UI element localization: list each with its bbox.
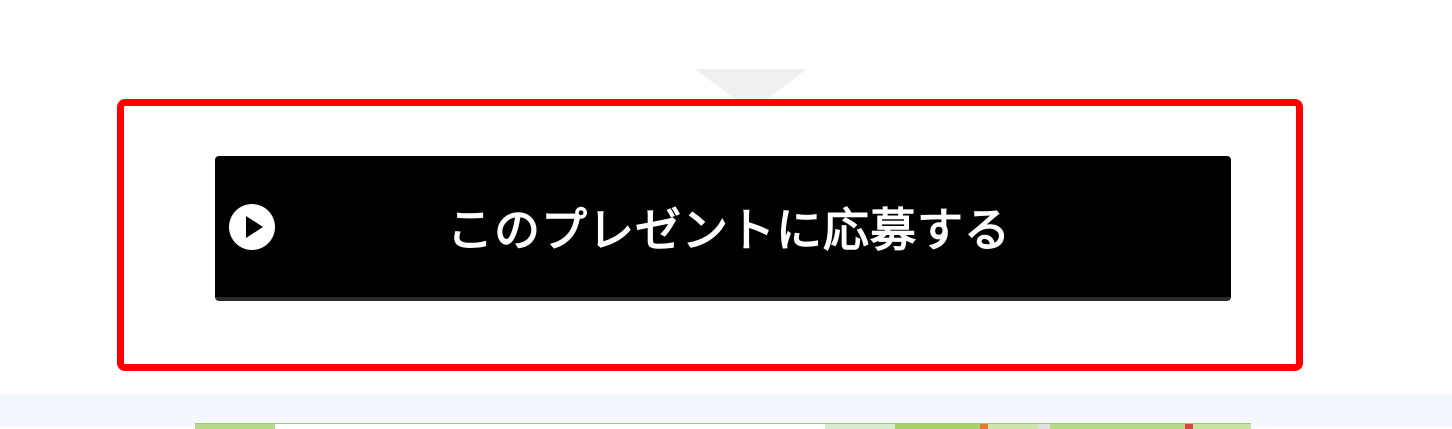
play-circle-icon	[229, 203, 275, 250]
banner-image-top-edge	[195, 423, 1251, 429]
apply-present-button[interactable]: このプレゼントに応募する	[215, 156, 1231, 301]
apply-present-button-label: このプレゼントに応募する	[447, 202, 1011, 257]
